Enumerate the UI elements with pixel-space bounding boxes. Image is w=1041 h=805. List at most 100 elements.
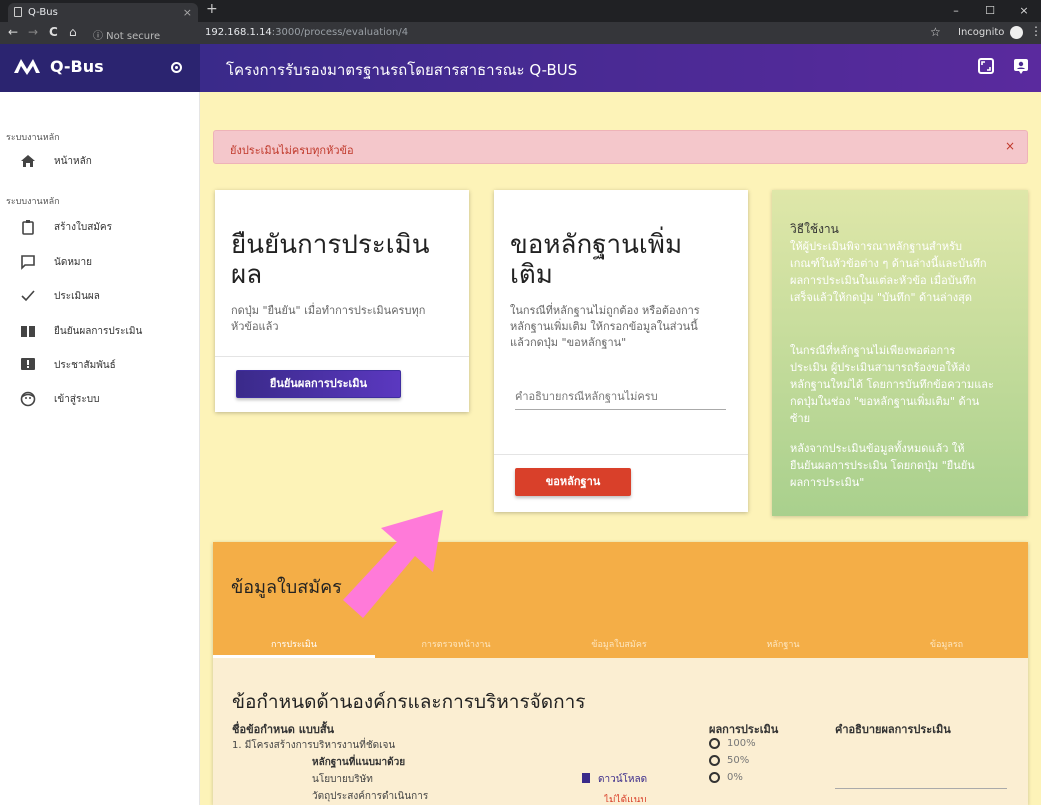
confirm-desc-line1: กดปุ่ม "ยืนยัน" เมื่อทำการประเมินครบทุก (231, 304, 426, 317)
brand-name[interactable]: Q-Bus (50, 57, 104, 76)
evidence-desc-line2: หลักฐานเพิ่มเติม ให้กรอกข้อมูลในส่วนนี้ (510, 320, 698, 333)
sidebar-item-label: สร้างใบสมัคร (54, 222, 112, 233)
sidebar-item-label: ประเมินผล (54, 291, 100, 302)
tab-close-icon[interactable]: × (183, 3, 192, 22)
confirm-evaluation-button[interactable]: ยืนยันผลการประเมิน (236, 370, 401, 398)
sidebar-item-label: เข้าสู่ระบบ (54, 394, 100, 405)
request-evidence-card: ขอหลักฐานเพิ่ม เติม ในกรณีที่หลักฐานไม่ถู… (494, 190, 748, 512)
criteria-row-1: 1. มีโครงสร้างการบริหารงานที่ชัดเจน (232, 740, 396, 751)
request-evidence-button[interactable]: ขอหลักฐาน (515, 468, 631, 496)
incognito-icon[interactable] (1010, 26, 1023, 39)
sidebar-item-evaluation[interactable]: ประเมินผล (0, 285, 200, 307)
home-icon[interactable]: ⌂ (69, 25, 77, 39)
alert-close-icon[interactable]: × (1005, 139, 1015, 153)
fullscreen-icon[interactable] (978, 58, 994, 74)
help-title: วิธีใช้งาน (790, 222, 839, 236)
forward-icon[interactable]: → (28, 25, 38, 39)
back-icon[interactable]: ← (8, 25, 18, 39)
application-tabs: การประเมิน การตรวจหน้างาน ข้อมูลใบสมัคร … (213, 637, 1028, 658)
radio-0[interactable] (709, 772, 720, 783)
close-window-icon[interactable]: × (1007, 0, 1041, 22)
sidebar: ระบบงานหลัก หน้าหลัก ระบบงานหลัก สร้างใบ… (0, 92, 200, 805)
help-line: หลักฐานใหม่ได้ โดยการบันทึกข้อความและ (790, 378, 994, 391)
help-line: ให้ผู้ประเมินพิจารณาหลักฐานสำหรับ (790, 240, 963, 253)
sidebar-section-label: ระบบงานหลัก (6, 133, 60, 143)
tab-vehicle-info[interactable]: ข้อมูลรถ (865, 637, 1028, 658)
browser-tab[interactable]: Q-Bus × (8, 3, 198, 22)
download-link[interactable]: ดาวน์โหลด (598, 772, 647, 787)
url-host: 192.168.1.14 (205, 27, 272, 38)
evidence-label: หลักฐานที่แนบมาด้วย (312, 757, 406, 768)
tab-evaluation[interactable]: การประเมิน (213, 637, 375, 658)
face-icon (20, 391, 36, 407)
chat-icon (21, 255, 35, 270)
option-50-label: 50% (727, 755, 750, 766)
criteria-group-title: ข้อกำหนดด้านองค์กรและการบริหารจัดการ (232, 691, 586, 713)
help-line: ยืนยันผลการประเมิน โดยกดปุ่ม "ยืนยัน (790, 459, 975, 472)
tab-site-inspection[interactable]: การตรวจหน้างาน (375, 637, 537, 658)
home-icon (21, 155, 35, 167)
url-path: :3000/process/evaluation/4 (271, 27, 409, 38)
sidebar-item-create-application[interactable]: สร้างใบสมัคร (0, 216, 200, 238)
url-text[interactable]: 192.168.1.14:3000/process/evaluation/4 (205, 27, 408, 38)
tab-evidence[interactable]: หลักฐาน (701, 637, 865, 658)
browser-menu-icon[interactable]: ⋮ (1030, 24, 1041, 38)
bookmark-star-icon[interactable]: ☆ (930, 25, 941, 39)
help-line: หลังจากประเมินข้อมูลทั้งหมดแล้ว ให้ (790, 442, 965, 455)
minimize-icon[interactable]: – (939, 0, 973, 22)
window-controls: – ☐ × (939, 0, 1041, 22)
help-panel: วิธีใช้งาน ให้ผู้ประเมินพิจารณาหลักฐานสำ… (772, 190, 1028, 516)
tab-title: Q-Bus (28, 7, 58, 18)
sidebar-item-confirm-result[interactable]: ยืนยันผลการประเมิน (0, 320, 200, 342)
evidence-desc-line3: แล้วกดปุ่ม "ขอหลักฐาน" (510, 336, 627, 349)
evidence-item-policy: นโยบายบริษัท (312, 774, 373, 785)
main-content: ยังประเมินไม่ครบทุกหัวข้อ × ยืนยันการประ… (200, 92, 1041, 805)
radio-50[interactable] (709, 755, 720, 766)
sidebar-item-label: ประชาสัมพันธ์ (54, 360, 116, 371)
incomplete-alert: ยังประเมินไม่ครบทุกหัวข้อ × (213, 130, 1028, 164)
sidebar-toggle-icon[interactable] (171, 62, 182, 73)
result-description-input[interactable] (835, 788, 1007, 789)
new-tab-icon[interactable]: + (206, 1, 218, 17)
card-divider (215, 356, 469, 357)
logo-icon (14, 59, 40, 75)
confirm-card-description: กดปุ่ม "ยืนยัน" เมื่อทำการประเมินครบทุกห… (231, 303, 425, 335)
not-secure-indicator[interactable]: ⓘ Not secure (93, 27, 160, 42)
maximize-icon[interactable]: ☐ (973, 0, 1007, 22)
sidebar-header: Q-Bus (0, 44, 200, 92)
application-title: ข้อมูลใบสมัคร (231, 577, 342, 598)
help-line: ในกรณีที่หลักฐานไม่เพียงพอต่อการ (790, 344, 956, 357)
announce-icon (21, 358, 35, 370)
help-line: เสร็จแล้วให้กดปุ่ม "บันทึก" ด้านล่างสุด (790, 291, 973, 304)
profile-icon[interactable] (1013, 58, 1029, 74)
file-icon (582, 773, 590, 783)
option-100-label: 100% (727, 738, 756, 749)
help-line: ผลการประเมินในแต่ละหัวข้อ เมื่อบันทึก (790, 274, 977, 287)
help-paragraph-3: หลังจากประเมินข้อมูลทั้งหมดแล้ว ให้ ยืนย… (790, 440, 1018, 491)
tab-application-info[interactable]: ข้อมูลใบสมัคร (537, 637, 701, 658)
page-icon (14, 7, 22, 17)
clipboard-icon (22, 220, 34, 235)
pointer-arrow-icon (343, 510, 443, 618)
sidebar-item-home[interactable]: หน้าหลัก (0, 150, 200, 172)
confirm-title-line1: ยืนยันการประเมิน (231, 230, 430, 260)
help-line: กดปุ่มในช่อง "ขอหลักฐานเพิ่มเติม" ด้าน (790, 395, 980, 408)
application-section: ข้อมูลใบสมัคร การประเมิน การตรวจหน้างาน … (213, 542, 1028, 805)
evidence-desc-line1: ในกรณีที่หลักฐานไม่ถูกต้อง หรือต้องการ (510, 304, 700, 317)
radio-100[interactable] (709, 738, 720, 749)
alert-message: ยังประเมินไม่ครบทุกหัวข้อ (230, 144, 354, 157)
confirm-title-line2: ผล (231, 260, 263, 290)
sidebar-item-login[interactable]: เข้าสู่ระบบ (0, 388, 200, 410)
confirm-card-title: ยืนยันการประเมิน ผล (231, 230, 430, 290)
evidence-title-line1: ขอหลักฐานเพิ่ม (510, 230, 683, 260)
address-bar: ← → C ⌂ ⓘ Not secure 192.168.1.14:3000/p… (0, 22, 1041, 44)
confirm-evaluation-card: ยืนยันการประเมิน ผล กดปุ่ม "ยืนยัน" เมื่อ… (215, 190, 469, 412)
help-line: ผลการประเมิน" (790, 476, 865, 489)
evidence-item-objective: วัตถุประสงค์การดำเนินการ (312, 791, 429, 802)
help-paragraph-2: ในกรณีที่หลักฐานไม่เพียงพอต่อการ ประเมิน… (790, 342, 1018, 427)
evidence-reason-input[interactable] (515, 384, 726, 410)
sidebar-item-announcement[interactable]: ประชาสัมพันธ์ (0, 354, 200, 376)
sidebar-item-label: หน้าหลัก (54, 156, 92, 167)
sidebar-item-appointment[interactable]: นัดหมาย (0, 251, 200, 273)
reload-icon[interactable]: C (49, 25, 58, 39)
